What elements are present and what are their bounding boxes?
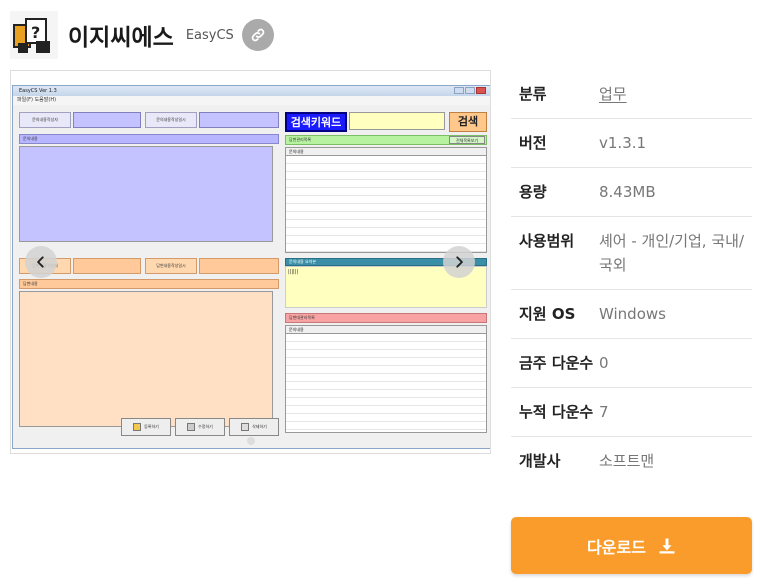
app-subtitle: EasyCS	[185, 27, 234, 43]
answer-area	[19, 291, 273, 427]
info-value: 8.43MB	[599, 183, 656, 201]
info-key: 버전	[519, 134, 547, 152]
window-titlebar: EasyCS Ver 1.3	[13, 86, 490, 96]
window-menu: 파일(F) 도움말(H)	[13, 96, 490, 105]
info-value: 0	[599, 354, 609, 372]
answer-date-label: 답변내용작성일시	[145, 258, 197, 274]
download-button[interactable]: 다운로드	[511, 517, 752, 574]
answerer-field	[73, 258, 141, 274]
app-screenshot: EasyCS Ver 1.3 파일(F) 도움말(H) 문의내용작성자 문의내용…	[12, 85, 490, 449]
carousel-dot[interactable]	[247, 437, 255, 445]
info-row-os: 지원 OS Windows	[511, 290, 752, 339]
app-logo: ?	[10, 11, 58, 59]
info-key: 분류	[519, 85, 547, 103]
answer-date-field	[199, 258, 279, 274]
app-title: 이지씨에스	[68, 25, 174, 51]
answer-list[interactable]: 문의내용	[285, 147, 487, 253]
info-value: v1.3.1	[599, 134, 647, 152]
info-value: 셰어 - 개인/기업, 국내/국외	[599, 232, 744, 274]
info-row-size: 용량 8.43MB	[511, 168, 752, 217]
info-key: 금주 다운수	[519, 354, 594, 372]
search-keyword-label: 검색키워드	[285, 112, 347, 132]
info-row-version: 버전 v1.3.1	[511, 119, 752, 168]
search-button[interactable]: 검색	[449, 112, 487, 132]
carousel-next-button[interactable]	[443, 246, 475, 278]
download-label: 다운로드	[587, 537, 646, 557]
link-icon	[251, 28, 265, 42]
info-row-developer: 개발사 소프트맨	[511, 437, 752, 485]
ask-date-label: 문의내용작성일시	[145, 112, 197, 128]
app-header: ? 이지씨에스 EasyCS	[10, 10, 274, 60]
info-row-category: 분류 업무	[511, 70, 752, 119]
info-key: 용량	[519, 183, 547, 201]
info-key: 누적 다운수	[519, 403, 594, 421]
download-icon	[659, 538, 675, 553]
svg-text:?: ?	[31, 23, 40, 42]
share-link-button[interactable]	[241, 19, 274, 51]
asker-field	[73, 112, 141, 128]
carousel-prev-button[interactable]	[25, 246, 57, 278]
asker-label: 문의내용작성자	[19, 112, 71, 128]
edit-button[interactable]: 수정하기	[175, 418, 225, 436]
answer-manage-bar: 답변대관리목록	[285, 313, 487, 323]
screenshot-carousel[interactable]: EasyCS Ver 1.3 파일(F) 도움말(H) 문의내용작성자 문의내용…	[10, 70, 491, 454]
category-link[interactable]: 업무	[599, 82, 752, 106]
ask-date-field	[199, 112, 279, 128]
window-title: EasyCS Ver 1.3	[19, 88, 57, 94]
chevron-left-icon	[37, 256, 44, 268]
info-value: Windows	[599, 305, 666, 323]
info-key: 사용범위	[519, 232, 575, 250]
info-value: 소프트맨	[599, 452, 655, 470]
info-row-license: 사용범위 셰어 - 개인/기업, 국내/국외	[511, 217, 752, 290]
answer-bar: 답변내용	[19, 279, 279, 289]
delete-button[interactable]: 삭제하기	[229, 418, 279, 436]
info-key: 개발사	[519, 452, 561, 470]
info-row-total-downloads: 누적 다운수 7	[511, 388, 752, 437]
info-row-weekly-downloads: 금주 다운수 0	[511, 339, 752, 388]
info-value: 7	[599, 403, 609, 421]
view-all-button[interactable]: 전체목록보기	[449, 136, 485, 144]
info-key: 지원 OS	[519, 305, 576, 323]
chevron-right-icon	[456, 256, 463, 268]
search-keyword-input[interactable]	[349, 112, 445, 130]
answer-manage-list[interactable]: 문의내용	[285, 325, 487, 433]
register-button[interactable]: 등록하기	[121, 418, 171, 436]
app-info-table: 분류 업무 버전 v1.3.1 용량 8.43MB 사용범위 셰어 - 개인/기…	[511, 70, 752, 485]
question-bar: 문의내용	[19, 134, 279, 144]
question-area	[19, 146, 273, 242]
